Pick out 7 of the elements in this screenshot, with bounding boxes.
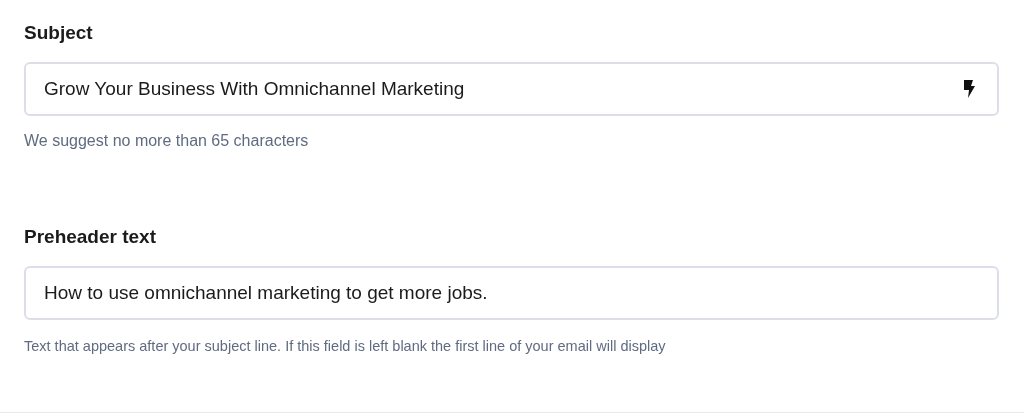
field-label: Subject xyxy=(24,22,94,45)
input-field[interactable]: How to use omnichannel marketing to get more jobs. xyxy=(24,266,999,320)
field-label: Preheader text xyxy=(24,226,157,249)
input-field[interactable]: Grow Your Business With Omnichannel Marketing xyxy=(24,62,999,116)
hint-text: Text that appears after your subject line. If this field is left blank the first line of your email will display xyxy=(24,338,667,354)
hint-text: We suggest no more than 65 characters xyxy=(24,132,310,150)
lightning-icon[interactable] xyxy=(963,80,975,98)
